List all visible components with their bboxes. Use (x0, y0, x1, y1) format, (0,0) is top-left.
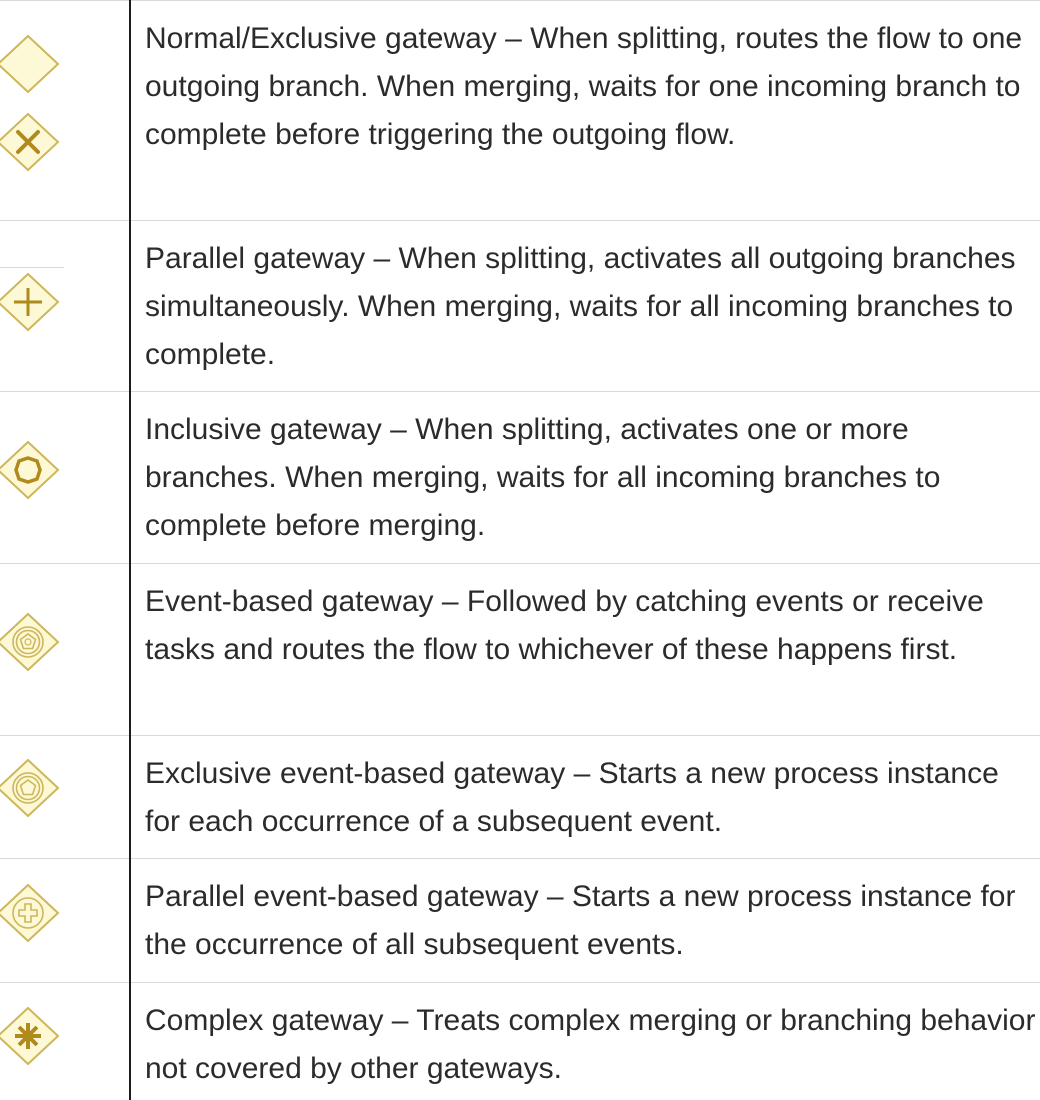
exclusive-gateway-icon (0, 34, 60, 94)
icon-cell (0, 1, 129, 220)
gateway-description: Event-based gateway – Followed by catchi… (145, 585, 984, 666)
icon-cell (0, 392, 129, 563)
gateway-row-event-based: Event-based gateway – Followed by catchi… (0, 563, 1040, 735)
gateway-row-exclusive-event-based: Exclusive event-based gateway – Starts a… (0, 735, 1040, 858)
icon-cell (0, 983, 129, 1100)
gateway-row-inclusive: Inclusive gateway – When splitting, acti… (0, 391, 1040, 563)
inclusive-gateway-icon (0, 440, 60, 500)
gateway-description: Exclusive event-based gateway – Starts a… (145, 757, 999, 838)
gateway-description: Parallel event-based gateway – Starts a … (145, 880, 1016, 961)
icon-cell (0, 859, 129, 982)
exclusive-event-based-gateway-icon (0, 758, 60, 818)
gateway-row-parallel: Parallel gateway – When splitting, activ… (0, 220, 1040, 391)
gateway-row-complex: Complex gateway – Treats complex merging… (0, 982, 1040, 1100)
gateway-description: Normal/Exclusive gateway – When splittin… (145, 22, 1023, 151)
gateway-description: Complex gateway – Treats complex merging… (145, 1004, 1036, 1085)
parallel-event-based-gateway-icon (0, 883, 60, 943)
column-divider (129, 0, 131, 1100)
icon-cell (0, 564, 129, 735)
parallel-gateway-icon (0, 272, 60, 332)
gateway-description: Parallel gateway – When splitting, activ… (145, 242, 1016, 371)
exclusive-gateway-x-icon (0, 112, 60, 172)
icon-cell (0, 221, 129, 391)
icon-cell (0, 736, 129, 858)
complex-gateway-icon (0, 1006, 60, 1066)
gateway-row-exclusive: Normal/Exclusive gateway – When splittin… (0, 0, 1040, 220)
gateway-row-parallel-event-based: Parallel event-based gateway – Starts a … (0, 858, 1040, 982)
event-based-gateway-icon (0, 612, 60, 672)
gateway-table: Normal/Exclusive gateway – When splittin… (0, 0, 1040, 1100)
gateway-description: Inclusive gateway – When splitting, acti… (145, 413, 941, 542)
